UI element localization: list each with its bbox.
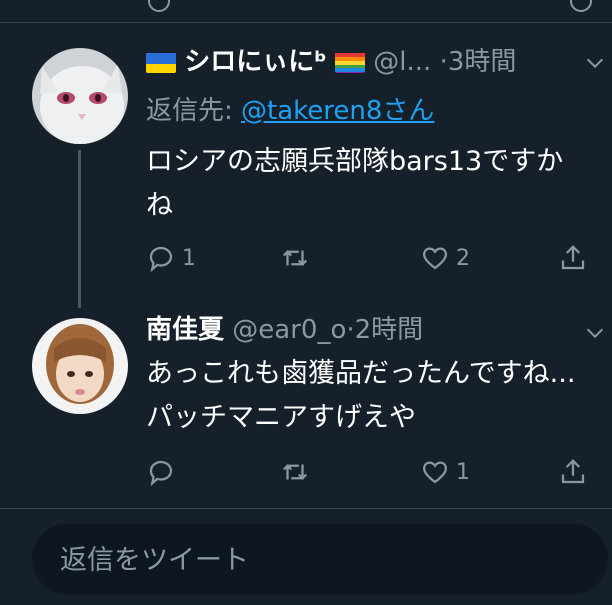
ukraine-flag-icon xyxy=(146,51,176,73)
share-icon xyxy=(561,245,585,270)
tweet-minamikanatsu[interactable]: 南佳夏 @ear0_o·2時間 あっこれも鹵獲品だったんですね...パッチマニア… xyxy=(0,310,612,508)
separator-dot: · xyxy=(346,315,355,345)
thread-connector xyxy=(78,150,81,308)
retweet-icon xyxy=(282,464,308,480)
divider xyxy=(0,508,612,509)
chevron-down-icon[interactable] xyxy=(584,52,606,74)
user-handle[interactable]: @l... xyxy=(373,47,431,77)
heart-icon xyxy=(422,247,448,270)
action-bar: 1 2 xyxy=(146,240,596,276)
reply-to-label: 返信先: xyxy=(146,96,242,126)
tweet-text: ロシアの志願兵部隊bars13ですかね xyxy=(146,146,564,221)
retweet-button[interactable] xyxy=(280,454,316,490)
like-count: 2 xyxy=(456,245,470,271)
reply-compose-box[interactable] xyxy=(32,524,608,596)
retweet-button[interactable] xyxy=(280,240,316,276)
separator-dot: · xyxy=(439,47,448,77)
reply-input[interactable] xyxy=(58,524,582,596)
reply-icon xyxy=(149,460,173,487)
chevron-down-icon[interactable] xyxy=(584,322,606,344)
retweet-icon xyxy=(282,250,308,266)
display-name[interactable]: 南佳夏 xyxy=(146,315,224,345)
user-handle[interactable]: @ear0_o xyxy=(232,315,346,345)
reply-count: 1 xyxy=(182,245,196,271)
reply-button[interactable] xyxy=(146,454,182,490)
reply-icon xyxy=(149,246,173,273)
action-bar: 1 xyxy=(146,454,596,490)
display-name[interactable]: シロにぃにᵇ xyxy=(184,47,326,77)
tweet-text: あっこれも鹵獲品だったんですね...パッチマニアすげえや xyxy=(146,358,576,433)
reply-to-line: 返信先: @takeren8さん xyxy=(146,90,434,127)
like-button[interactable]: 2 xyxy=(420,240,470,276)
share-button[interactable] xyxy=(558,454,588,490)
tweet-shiro[interactable]: シロにぃにᵇ @l... ·3時間 返信先: @takeren8さん ロシアの志… xyxy=(0,0,612,310)
timestamp[interactable]: 3時間 xyxy=(448,47,517,77)
share-icon xyxy=(561,459,585,484)
like-button[interactable]: 1 xyxy=(420,454,470,490)
tweet-header: シロにぃにᵇ @l... ·3時間 xyxy=(146,46,516,78)
reply-to-link[interactable]: @takeren8さん xyxy=(241,96,434,126)
avatar-woman[interactable] xyxy=(32,318,128,414)
like-count: 1 xyxy=(456,459,470,485)
share-button[interactable] xyxy=(558,240,588,276)
rainbow-flag-icon xyxy=(335,51,365,73)
heart-icon xyxy=(422,461,448,484)
reply-button[interactable]: 1 xyxy=(146,240,196,276)
avatar-cat[interactable] xyxy=(32,48,128,144)
timestamp[interactable]: 2時間 xyxy=(355,315,424,345)
tweet-header: 南佳夏 @ear0_o·2時間 xyxy=(146,314,423,346)
